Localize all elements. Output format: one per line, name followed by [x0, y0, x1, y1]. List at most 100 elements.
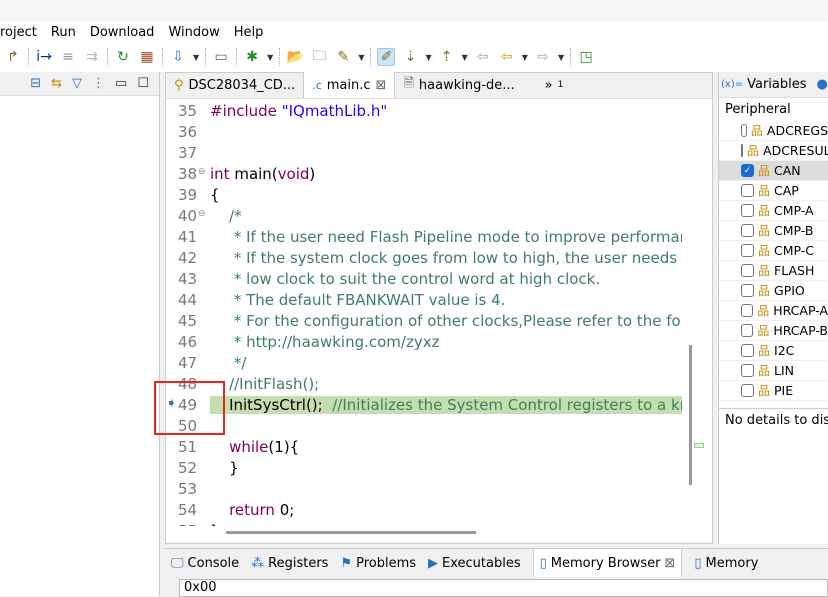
forward-icon[interactable]: ⇨	[534, 48, 552, 66]
code-line[interactable]: 41 * If the user need Flash Pipeline mod…	[166, 228, 682, 249]
peripheral-item[interactable]: 品 FLASH	[719, 261, 828, 281]
highlight-icon[interactable]: ✐	[377, 48, 396, 66]
dropdown-icon[interactable]: ▼	[558, 53, 564, 62]
close-icon[interactable]: ⊠	[664, 556, 675, 571]
dropdown-icon[interactable]: ▼	[522, 53, 528, 62]
instruction-step-icon[interactable]: i→	[35, 48, 53, 66]
bottom-tab[interactable]: 🖵 Console	[171, 556, 239, 571]
reset-icon[interactable]: ↻	[114, 48, 132, 66]
tab-project[interactable]: ⚲ DSC28034_CD...	[166, 72, 303, 98]
peripheral-item[interactable]: 品 LIN	[719, 361, 828, 381]
code-line[interactable]: 37	[166, 144, 682, 165]
checkbox[interactable]	[741, 244, 754, 257]
code-line[interactable]: 36	[166, 123, 682, 144]
step-return-icon[interactable]: ↱	[4, 48, 22, 66]
code-line[interactable]: 42 * If the system clock goes from low t…	[166, 249, 682, 270]
checkbox[interactable]	[741, 304, 754, 317]
debug-icon[interactable]: ✱	[243, 48, 261, 66]
dropdown-icon[interactable]: ▼	[462, 53, 468, 62]
dropdown-icon[interactable]: ▼	[358, 53, 364, 62]
pen-icon[interactable]: ✎	[334, 48, 352, 66]
peripheral-item[interactable]: 品 CMP-B	[719, 221, 828, 241]
bottom-tab[interactable]: ⁂ Registers	[251, 556, 328, 571]
view-menu-icon[interactable]: ⋮	[92, 76, 105, 91]
tab-overflow[interactable]: » 1	[537, 72, 572, 98]
code-line[interactable]: 51 while(1){	[166, 438, 682, 459]
filter-icon[interactable]: ▽	[72, 76, 82, 91]
dropdown-icon[interactable]: ▼	[193, 53, 199, 62]
open-folder-icon[interactable]: 🗀	[310, 48, 328, 66]
bottom-tab[interactable]: ▶ Executables	[428, 556, 521, 571]
peripheral-item[interactable]: 品 CAP	[719, 181, 828, 201]
next-annotation-icon[interactable]: ⇣	[401, 48, 419, 66]
prev-annotation-icon[interactable]: ⇡	[438, 48, 456, 66]
collapse-all-icon[interactable]: ⊟	[30, 76, 41, 91]
minimize-icon[interactable]: ▭	[115, 76, 127, 91]
window-icon[interactable]: ▭	[212, 48, 230, 66]
code-line[interactable]: 55}	[166, 522, 682, 526]
menu-help[interactable]: Help	[234, 25, 264, 40]
open-project-icon[interactable]: 📂	[286, 48, 304, 66]
drop-frame-icon[interactable]: ⇉	[83, 48, 101, 66]
tab-main-c[interactable]: .c main.c ⊠	[303, 72, 396, 98]
code-line[interactable]: 54 return 0;	[166, 501, 682, 522]
fold-icon[interactable]: ⊖	[198, 209, 206, 219]
horizontal-scrollbar[interactable]	[226, 531, 476, 534]
code-line[interactable]: 50	[166, 417, 682, 438]
code-line[interactable]: 40 ⊖ /*	[166, 207, 682, 228]
load-icon[interactable]: ⇩	[169, 48, 187, 66]
code-area[interactable]: 35 #include "IQmathLib.h" 36 37 38 ⊖ int main(…	[166, 100, 682, 526]
checkbox[interactable]	[741, 324, 754, 337]
bottom-tab[interactable]: ▯ Memory	[694, 556, 758, 571]
code-line[interactable]: 53	[166, 480, 682, 501]
code-line[interactable]: 46 * http://haawking.com/zyxz	[166, 333, 682, 354]
menu-project[interactable]: roject	[0, 25, 37, 40]
menu-run[interactable]: Run	[51, 25, 76, 40]
maximize-icon[interactable]: ☐	[137, 76, 149, 91]
checkbox[interactable]	[741, 384, 754, 397]
dropdown-icon[interactable]: ▼	[267, 53, 273, 62]
tab-variables[interactable]: Variables	[747, 77, 806, 92]
checkbox[interactable]	[741, 364, 754, 377]
dropdown-icon[interactable]: ▼	[425, 53, 431, 62]
checkbox[interactable]	[741, 124, 747, 137]
peripheral-item[interactable]: 品 GPIO	[719, 281, 828, 301]
code-line[interactable]: 48 //InitFlash();	[166, 375, 682, 396]
code-line[interactable]: 43 * low clock to suit the control word …	[166, 270, 682, 291]
code-line[interactable]: 47 */	[166, 354, 682, 375]
menu-download[interactable]: Download	[90, 25, 155, 40]
peripheral-item[interactable]: 品 I2C	[719, 341, 828, 361]
peripheral-item[interactable]: 品 CMP-A	[719, 201, 828, 221]
bottom-tab[interactable]: ▯ Memory Browser ⊠	[532, 549, 683, 577]
link-editor-icon[interactable]: ⇆	[51, 76, 62, 91]
new-window-icon[interactable]: ◳	[577, 48, 595, 66]
memory-address-input[interactable]: 0x00	[179, 579, 828, 597]
peripheral-item[interactable]: 品ADCRESULT	[719, 141, 828, 161]
fold-icon[interactable]: ⊖	[198, 167, 206, 177]
overview-ruler-marker[interactable]	[694, 443, 704, 448]
peripheral-item[interactable]: 品 CMP-C	[719, 241, 828, 261]
code-line[interactable]: 39 {	[166, 186, 682, 207]
checkbox[interactable]	[741, 344, 754, 357]
peripheral-item[interactable]: 品 PIE	[719, 381, 828, 401]
checkbox[interactable]	[741, 284, 754, 297]
code-line[interactable]: 35 #include "IQmathLib.h"	[166, 102, 682, 123]
last-edit-icon[interactable]: ⇦	[474, 48, 492, 66]
tab-haawking[interactable]: 🗎 haawking-de...	[395, 72, 522, 98]
checkbox[interactable]	[741, 264, 754, 277]
code-line[interactable]: 45 * For the configuration of other cloc…	[166, 312, 682, 333]
code-line[interactable]: 52 }	[166, 459, 682, 480]
peripheral-item[interactable]: 品 HRCAP-B	[719, 321, 828, 341]
checkbox[interactable]	[741, 224, 754, 237]
checkbox[interactable]	[741, 184, 754, 197]
code-line[interactable]: 38 ⊖ int main(void)	[166, 165, 682, 186]
menu-window[interactable]: Window	[168, 25, 219, 40]
bottom-tab[interactable]: ⚑ Problems	[340, 556, 416, 571]
code-line[interactable]: 44 * The default FBANKWAIT value is 4.	[166, 291, 682, 312]
close-icon[interactable]: ⊠	[376, 78, 387, 93]
checkbox[interactable]	[741, 144, 743, 157]
peripheral-item[interactable]: ✓ 品 CAN	[719, 161, 828, 181]
checkbox[interactable]: ✓	[741, 164, 754, 177]
code-line[interactable]: 49 ➧ InitSysCtrl(); //Initializes the Sys…	[166, 396, 682, 417]
peripheral-item[interactable]: 品 HRCAP-A	[719, 301, 828, 321]
